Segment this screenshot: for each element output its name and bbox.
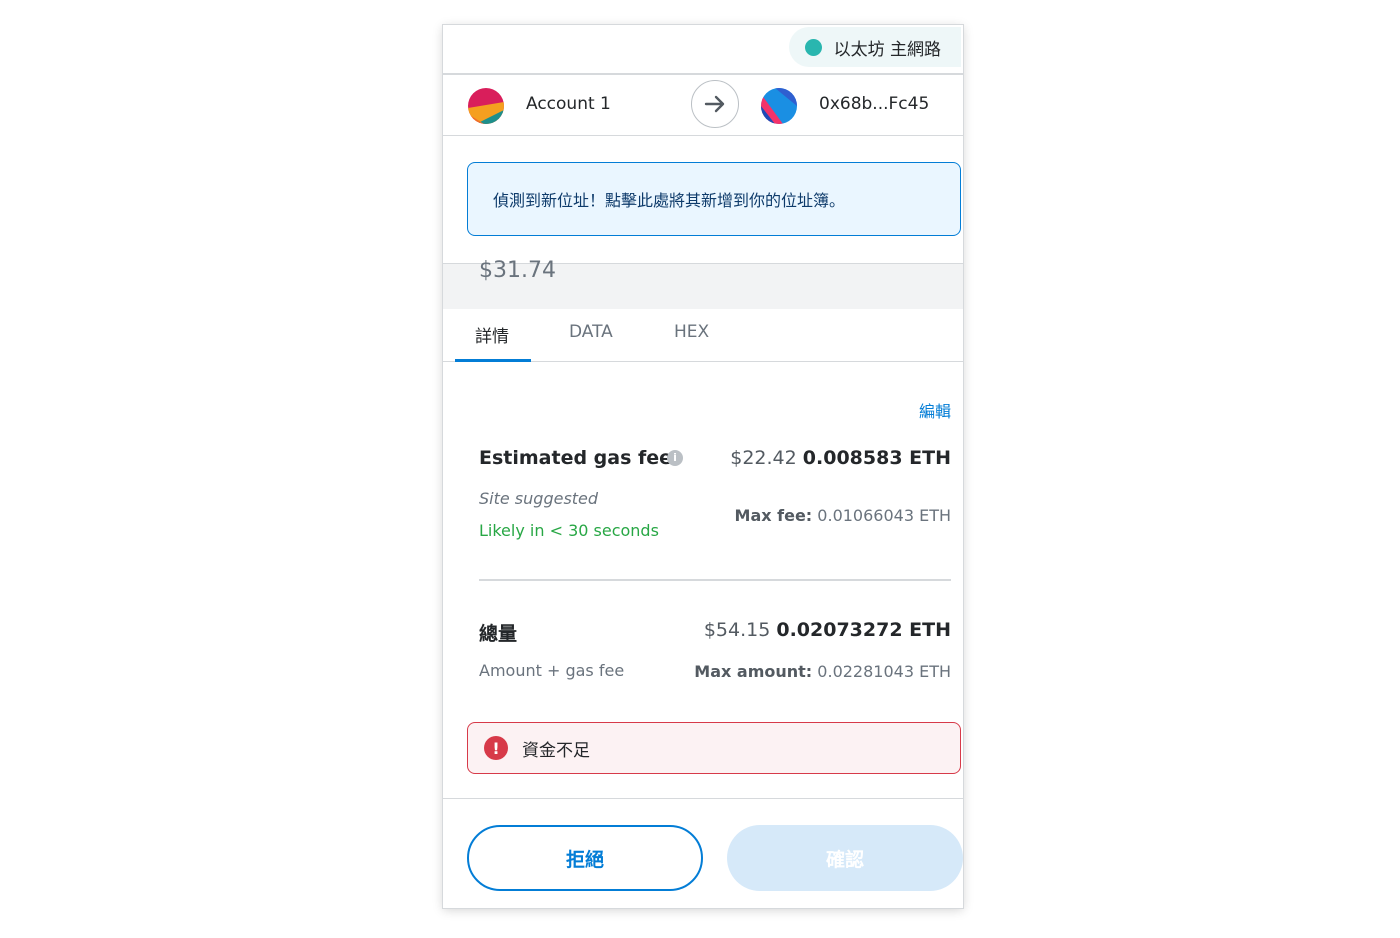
- fiat-amount: $31.74: [479, 258, 556, 283]
- tab-hex[interactable]: HEX: [674, 322, 709, 342]
- max-amount-label: Max amount:: [694, 662, 813, 681]
- arrow-right-icon: [691, 80, 739, 128]
- gas-fee-values: $22.42 0.008583 ETH: [730, 447, 951, 469]
- new-address-notice[interactable]: 偵測到新位址！點擊此處將其新增到你的位址簿。: [467, 162, 961, 236]
- network-label: 以太坊 主網路: [833, 39, 941, 60]
- sender-account-name[interactable]: Account 1: [526, 94, 611, 114]
- total-fiat: $54.15: [703, 619, 771, 641]
- network-header: 以太坊 主網路: [443, 25, 963, 75]
- confirm-button[interactable]: 確認: [727, 825, 963, 891]
- total-title: 總量: [479, 623, 518, 645]
- recipient-address[interactable]: 0x68b...Fc45: [819, 94, 929, 114]
- gas-fee-fiat: $22.42: [730, 447, 797, 469]
- gas-fee-eth: 0.008583 ETH: [802, 447, 951, 469]
- exclamation-icon: !: [484, 736, 508, 760]
- edit-gas-link[interactable]: 編輯: [919, 398, 951, 422]
- sender-avatar-icon: [468, 88, 504, 124]
- details-divider: [479, 579, 951, 581]
- network-selector[interactable]: 以太坊 主網路: [788, 27, 961, 67]
- likely-time-label: Likely in < 30 seconds: [479, 521, 659, 540]
- active-tab-indicator: [455, 359, 531, 362]
- max-amount-value: 0.02281043 ETH: [817, 662, 951, 681]
- error-text: 資金不足: [522, 740, 590, 761]
- tab-details[interactable]: 詳情: [475, 322, 509, 347]
- max-fee-label: Max fee:: [734, 506, 813, 525]
- transaction-amount-strip: $31.74: [443, 258, 963, 309]
- insufficient-funds-error: ! 資金不足: [467, 722, 961, 774]
- new-address-notice-text: 偵測到新位址！點擊此處將其新增到你的位址簿。: [493, 191, 846, 210]
- site-suggested-label: Site suggested: [479, 489, 599, 508]
- sender-recipient-row: Account 1 0x68b...Fc45: [443, 75, 963, 136]
- max-fee-value: 0.01066043 ETH: [817, 506, 951, 525]
- recipient-avatar-icon: [761, 88, 797, 124]
- reject-button[interactable]: 拒絕: [467, 825, 703, 891]
- max-fee-line: Max fee: 0.01066043 ETH: [735, 506, 951, 525]
- max-amount-line: Max amount: 0.02281043 ETH: [694, 662, 951, 681]
- info-icon[interactable]: i: [667, 450, 683, 466]
- total-eth: 0.02073272 ETH: [776, 619, 951, 641]
- total-values: $54.15 0.02073272 ETH: [704, 619, 951, 641]
- transaction-tabs: 詳情 DATA HEX: [443, 308, 963, 362]
- confirm-transaction-panel: 以太坊 主網路 Account 1 0x68b...Fc45 $31.74 偵測…: [443, 25, 963, 908]
- gas-fee-title: Estimated gas fee: [479, 447, 673, 469]
- network-status-dot-icon: [804, 38, 822, 56]
- action-footer: 拒絕 確認: [443, 798, 963, 908]
- total-subtitle: Amount + gas fee: [479, 661, 625, 680]
- tab-data[interactable]: DATA: [569, 322, 613, 342]
